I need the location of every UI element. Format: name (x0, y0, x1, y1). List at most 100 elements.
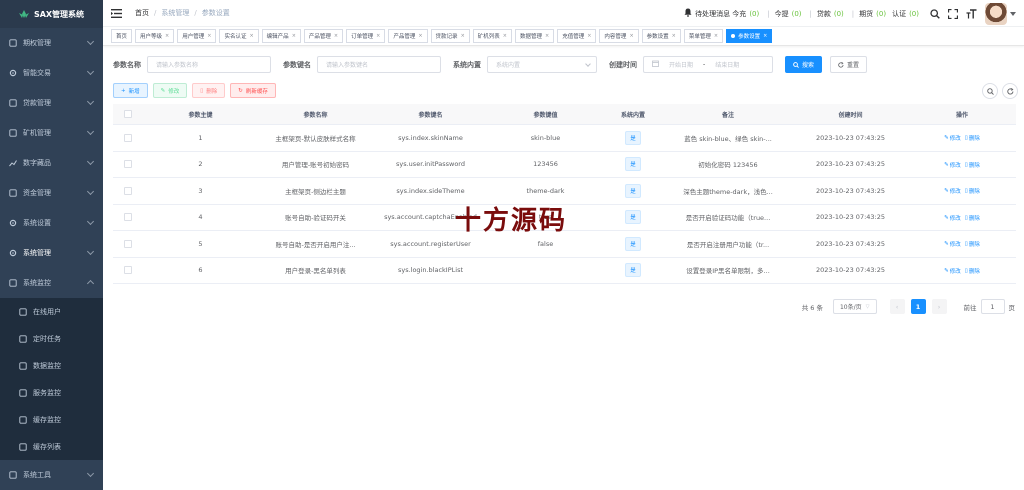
end-date-input[interactable]: 结束日期 (715, 60, 739, 69)
refresh-cache-button[interactable]: ↻ 刷新缓存 (230, 83, 276, 98)
tag-3[interactable]: 实名认证 × (219, 29, 259, 43)
close-icon[interactable]: × (292, 33, 296, 39)
close-icon[interactable]: × (418, 33, 422, 39)
row-edit-button[interactable]: ✎ 修改 (944, 240, 961, 248)
row-delete-button[interactable]: ▯ 删除 (965, 134, 980, 142)
row-edit-button[interactable]: ✎ 修改 (944, 134, 961, 142)
sidebar-item-6[interactable]: 系统设置 (0, 208, 103, 238)
chevron-down-icon[interactable] (1010, 11, 1016, 16)
close-icon[interactable]: × (629, 33, 633, 39)
close-icon[interactable]: × (334, 33, 338, 39)
date-range-picker[interactable]: 开始日期 - 结束日期 (643, 56, 773, 73)
delete-button[interactable]: ▯ 删除 (192, 83, 226, 98)
close-icon[interactable]: × (207, 33, 211, 39)
row-checkbox[interactable] (124, 239, 132, 248)
close-icon[interactable]: × (165, 33, 169, 39)
page-size-select[interactable]: 10条/页 ▽ (832, 299, 877, 314)
row-checkbox[interactable] (124, 133, 132, 142)
avatar[interactable] (985, 2, 1007, 25)
close-icon[interactable]: × (587, 33, 591, 39)
tag-7[interactable]: 产品管理 × (388, 29, 428, 43)
close-icon[interactable]: × (545, 33, 549, 39)
tag-6[interactable]: 订单管理 × (346, 29, 386, 43)
add-button[interactable]: + 新增 (113, 83, 148, 98)
notice-label[interactable]: 待处理消息 今充 (695, 9, 746, 19)
tag-12[interactable]: 内容管理 × (599, 29, 639, 43)
search-icon[interactable] (930, 8, 940, 19)
submenu-item-2[interactable]: 数据监控 (0, 352, 103, 379)
search-button[interactable]: 搜索 (785, 56, 823, 73)
row-delete-button[interactable]: ▯ 删除 (965, 187, 980, 195)
tag-0[interactable]: 首页 (111, 29, 133, 43)
tag-5[interactable]: 产品管理 × (303, 29, 344, 43)
submenu-item-5[interactable]: 缓存列表 (0, 433, 103, 460)
close-icon[interactable]: × (249, 33, 253, 39)
close-icon[interactable]: × (672, 33, 676, 39)
config-type-select[interactable]: 系统内置 (487, 56, 597, 73)
submenu-item-4[interactable]: 缓存监控 (0, 406, 103, 433)
breadcrumb-home[interactable]: 首页 (135, 8, 149, 18)
submenu-item-1[interactable]: 定时任务 (0, 325, 103, 352)
row-checkbox[interactable] (124, 266, 132, 275)
config-key-input[interactable]: 请输入参数键名 (317, 56, 441, 73)
row-checkbox[interactable] (124, 186, 132, 195)
reset-button[interactable]: 重置 (830, 56, 868, 73)
close-icon[interactable]: × (714, 33, 718, 39)
row-delete-button[interactable]: ▯ 删除 (965, 214, 980, 222)
row-edit-button[interactable]: ✎ 修改 (944, 161, 961, 169)
sidebar-item-8[interactable]: 系统监控 (0, 268, 103, 298)
prev-page-button[interactable]: ‹ (889, 299, 905, 314)
sidebar-item-3[interactable]: 矿机管理 (0, 118, 103, 148)
row-edit-button[interactable]: ✎ 修改 (944, 187, 961, 195)
next-page-button[interactable]: › (931, 299, 947, 314)
edit-button[interactable]: ✎ 修改 (152, 83, 188, 98)
loan-label[interactable]: 贷款 (817, 9, 831, 19)
refresh-table-button[interactable] (1002, 83, 1018, 99)
row-checkbox[interactable] (124, 213, 132, 222)
start-date-input[interactable]: 开始日期 (669, 60, 693, 69)
tag-14[interactable]: 菜单管理 × (683, 29, 724, 43)
logo[interactable]: SAX管理系统 (0, 0, 103, 28)
sidebar-item-1[interactable]: 智能交易 (0, 58, 103, 88)
sidebar-item-4[interactable]: 数字藏品 (0, 148, 103, 178)
submenu-item-3[interactable]: 服务监控 (0, 379, 103, 406)
row-checkbox[interactable] (124, 160, 132, 169)
font-size-icon[interactable] (966, 8, 977, 19)
tag-13[interactable]: 参数设置 × (641, 29, 681, 43)
tag-1[interactable]: 用户等级 × (135, 29, 175, 43)
submenu-item-0[interactable]: 在线用户 (0, 298, 103, 325)
close-icon[interactable]: × (763, 33, 767, 39)
futures-label[interactable]: 期货 (859, 9, 873, 19)
sidebar-item-tools[interactable]: 系统工具 (0, 460, 103, 490)
bell-icon[interactable] (684, 8, 692, 19)
sidebar-item-0[interactable]: 期权管理 (0, 28, 103, 58)
sidebar-item-7[interactable]: 系统管理 (0, 238, 103, 268)
tag-10[interactable]: 数据管理 × (514, 29, 555, 43)
chevron-icon (86, 157, 95, 166)
close-icon[interactable]: × (376, 33, 380, 39)
page-number-button[interactable]: 1 (910, 299, 926, 314)
hamburger-icon[interactable] (111, 8, 123, 18)
withdraw-label[interactable]: 今提 (775, 9, 789, 19)
fullscreen-icon[interactable] (948, 8, 958, 19)
tag-11[interactable]: 充值管理 × (557, 29, 597, 43)
goto-page-input[interactable]: 1 (980, 299, 1005, 314)
row-delete-button[interactable]: ▯ 删除 (965, 267, 980, 275)
toggle-search-button[interactable] (982, 83, 998, 99)
select-all-checkbox[interactable] (124, 110, 132, 118)
sidebar-item-5[interactable]: 资金管理 (0, 178, 103, 208)
row-delete-button[interactable]: ▯ 删除 (965, 161, 980, 169)
close-icon[interactable]: × (503, 33, 507, 39)
tag-9[interactable]: 矿机列表 × (472, 29, 512, 43)
row-edit-button[interactable]: ✎ 修改 (944, 267, 961, 275)
sidebar-item-2[interactable]: 贷款管理 (0, 88, 103, 118)
row-delete-button[interactable]: ▯ 删除 (965, 240, 980, 248)
config-name-input[interactable]: 请输入参数名称 (147, 56, 271, 73)
tag-15[interactable]: 参数设置 × (726, 29, 773, 43)
row-edit-button[interactable]: ✎ 修改 (944, 214, 961, 222)
tag-2[interactable]: 用户管理 × (177, 29, 217, 43)
tag-4[interactable]: 编辑产品 × (261, 29, 301, 43)
auth-label[interactable]: 认证 (892, 9, 906, 19)
close-icon[interactable]: × (461, 33, 465, 39)
tag-8[interactable]: 贷款记录 × (430, 29, 470, 43)
